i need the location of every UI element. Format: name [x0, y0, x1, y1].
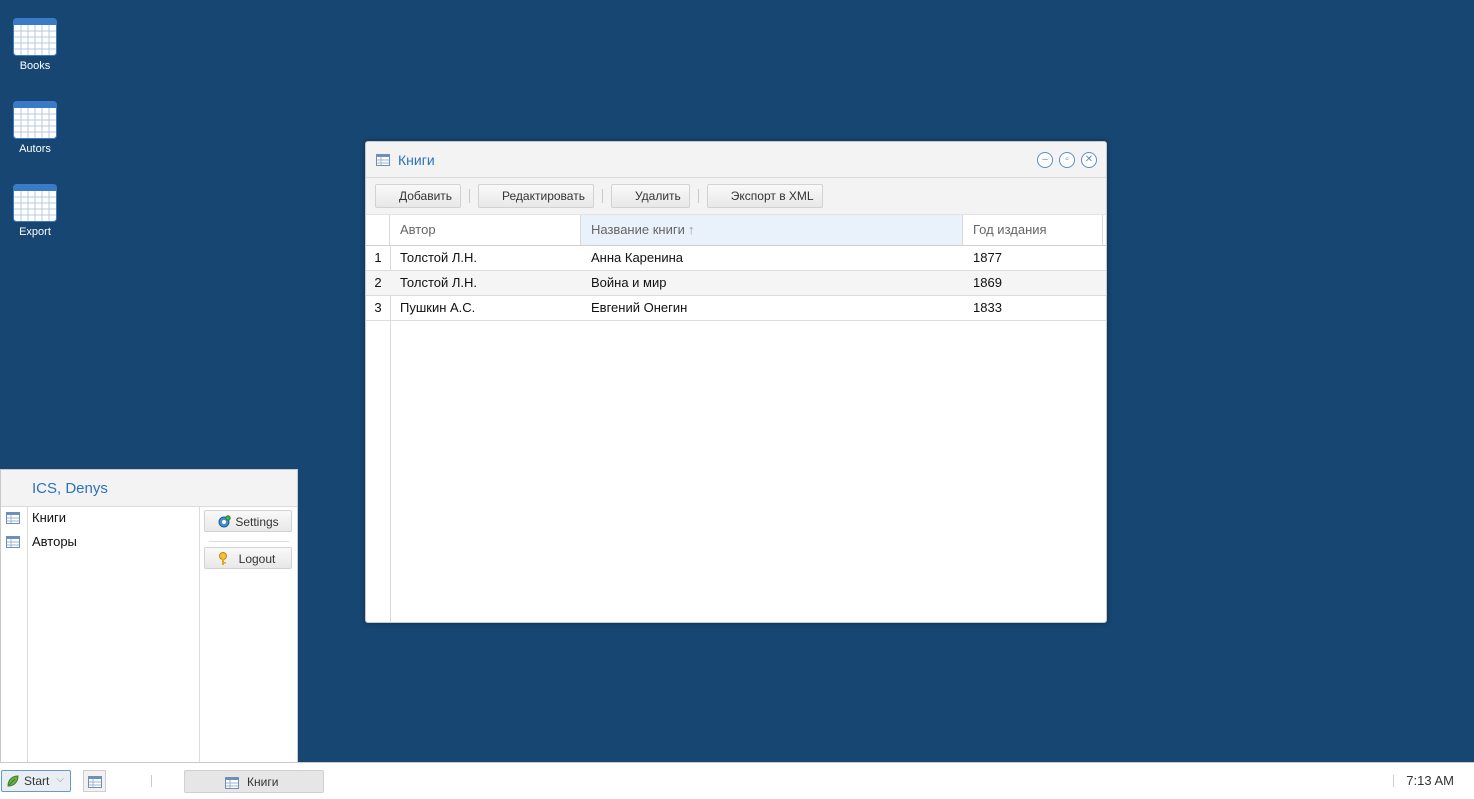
menu-item-books[interactable]: Книги — [1, 506, 199, 530]
menu-item-label: Книги — [32, 510, 67, 525]
row-number: 2 — [374, 275, 382, 290]
menu-item-label: Авторы — [32, 534, 77, 549]
toolbar-separator — [601, 189, 603, 203]
cell-year: 1869 — [973, 275, 1002, 290]
start-button[interactable]: Start ⌵ — [1, 770, 71, 792]
desktop-icon-label: Export — [19, 226, 51, 238]
start-label: Start — [24, 774, 50, 788]
window-tools: – ▫ ✕ — [1037, 152, 1097, 168]
chevron-down-icon: ⌵ — [56, 774, 64, 785]
row-number: 1 — [374, 250, 382, 265]
start-menu: ICS, Denys Книги Авторы Settings Logout — [0, 469, 298, 769]
edit-button[interactable]: Редактировать — [478, 184, 594, 208]
desktop-icon-label: Autors — [19, 143, 51, 155]
window-toolbar: Добавить Редактировать Удалить Экспорт в… — [366, 178, 1106, 215]
table-row[interactable]: 2 Толстой Л.Н. Война и мир 1869 — [366, 271, 1106, 296]
cell-title: Анна Каренина — [591, 250, 683, 265]
export-xml-button[interactable]: Экспорт в XML — [706, 184, 823, 208]
grid-icon — [13, 101, 57, 139]
grid-icon — [376, 154, 390, 166]
taskbar-window-button[interactable]: Книги — [184, 770, 324, 793]
grid-icon — [13, 18, 57, 56]
logout-button[interactable]: Logout — [204, 547, 292, 569]
row-number-header — [366, 215, 390, 245]
cell-author: Пушкин А.С. — [400, 300, 476, 315]
start-menu-header: ICS, Denys — [1, 470, 297, 507]
maximize-icon[interactable]: ▫ — [1059, 152, 1075, 168]
grid-icon — [88, 776, 102, 788]
column-header-year[interactable]: Год издания — [963, 215, 1103, 245]
clock: 7:13 AM — [1406, 773, 1454, 788]
column-header-author[interactable]: Автор — [390, 215, 581, 245]
start-menu-tools: Settings Logout — [200, 506, 297, 768]
minimize-icon[interactable]: – — [1037, 152, 1053, 168]
menu-item-authors[interactable]: Авторы — [1, 530, 199, 554]
user-name: ICS, Denys — [32, 480, 108, 497]
grid-icon — [13, 184, 57, 222]
grid-icon — [225, 777, 239, 789]
cell-title: Война и мир — [591, 275, 667, 290]
column-header-title[interactable]: Название книги ↑ — [581, 215, 963, 245]
cell-title: Евгений Онегин — [591, 300, 688, 315]
task-label: Книги — [247, 775, 279, 789]
row-number: 3 — [374, 300, 382, 315]
desktop-icon-autors[interactable]: Autors — [8, 101, 62, 155]
desktop-icon-export[interactable]: Export — [8, 184, 62, 238]
table-row[interactable]: 3 Пушкин А.С. Евгений Онегин 1833 — [366, 296, 1106, 321]
close-icon[interactable]: ✕ — [1081, 152, 1097, 168]
sort-arrow-up-icon: ↑ — [687, 222, 695, 237]
grid-icon — [6, 512, 20, 524]
menu-divider — [209, 541, 289, 542]
toolbar-separator — [697, 189, 699, 203]
window-header[interactable]: Книги – ▫ ✕ — [366, 142, 1106, 178]
taskbar-divider — [151, 775, 152, 787]
leaf-icon — [7, 775, 19, 787]
quick-launch-button[interactable] — [83, 770, 106, 792]
grid-header: Автор Название книги ↑ Год издания — [366, 215, 1106, 246]
grid-body: 1 Толстой Л.Н. Анна Каренина 1877 2 Толс… — [366, 246, 1106, 622]
column-header-title-label: Название книги — [591, 222, 685, 237]
books-window: Книги – ▫ ✕ Добавить Редактировать Удали… — [365, 141, 1107, 623]
cell-author: Толстой Л.Н. — [400, 275, 478, 290]
desktop-icon-label: Books — [19, 60, 51, 72]
grid-icon — [6, 536, 20, 548]
window-title: Книги — [398, 152, 435, 168]
cell-author: Толстой Л.Н. — [400, 250, 478, 265]
desktop-icon-books[interactable]: Books — [8, 18, 62, 72]
taskbar-divider — [1393, 775, 1394, 787]
settings-button[interactable]: Settings — [204, 510, 292, 532]
table-row[interactable]: 1 Толстой Л.Н. Анна Каренина 1877 — [366, 246, 1106, 271]
toolbar-separator — [469, 189, 471, 203]
gear-icon — [218, 515, 231, 528]
delete-button[interactable]: Удалить — [610, 184, 690, 208]
add-button[interactable]: Добавить — [375, 184, 462, 208]
taskbar: Start ⌵ Книги 7:13 AM — [0, 762, 1474, 799]
start-menu-items: Книги Авторы — [1, 506, 200, 768]
cell-year: 1877 — [973, 250, 1002, 265]
cell-year: 1833 — [973, 300, 1002, 315]
key-icon — [219, 552, 227, 565]
